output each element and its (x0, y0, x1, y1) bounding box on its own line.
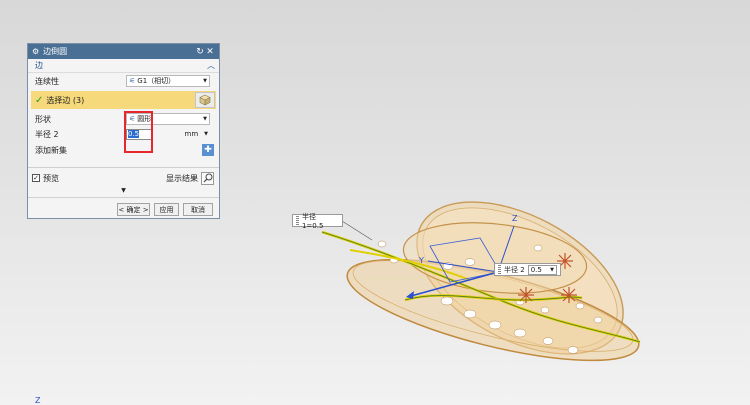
callout-leader-1 (341, 220, 373, 241)
triad-z-label: Z (35, 396, 41, 405)
drag-handle-icon[interactable] (296, 216, 299, 225)
blend-marker-2-icon[interactable] (518, 287, 534, 303)
radius1-callout-text: 半径 1=0.5 (301, 212, 324, 230)
model-viewport[interactable]: Z Y Z (0, 0, 750, 405)
blend-marker-3-icon[interactable] (561, 287, 577, 303)
radius1-callout[interactable]: 半径 1=0.5 (292, 212, 343, 230)
z-axis-label: Z (512, 214, 518, 223)
radius2-callout-label: 半径 2 (504, 265, 525, 274)
y-axis-label: Y (418, 256, 424, 265)
radius2-callout[interactable]: 半径 2 0.5 ▼ (494, 263, 561, 276)
drag-handle-icon[interactable] (498, 265, 501, 274)
radius2-callout-input[interactable]: 0.5 ▼ (527, 264, 557, 275)
radius2-callout-value: 0.5 (530, 265, 542, 274)
dropdown-arrow-icon[interactable]: ▼ (550, 267, 554, 273)
